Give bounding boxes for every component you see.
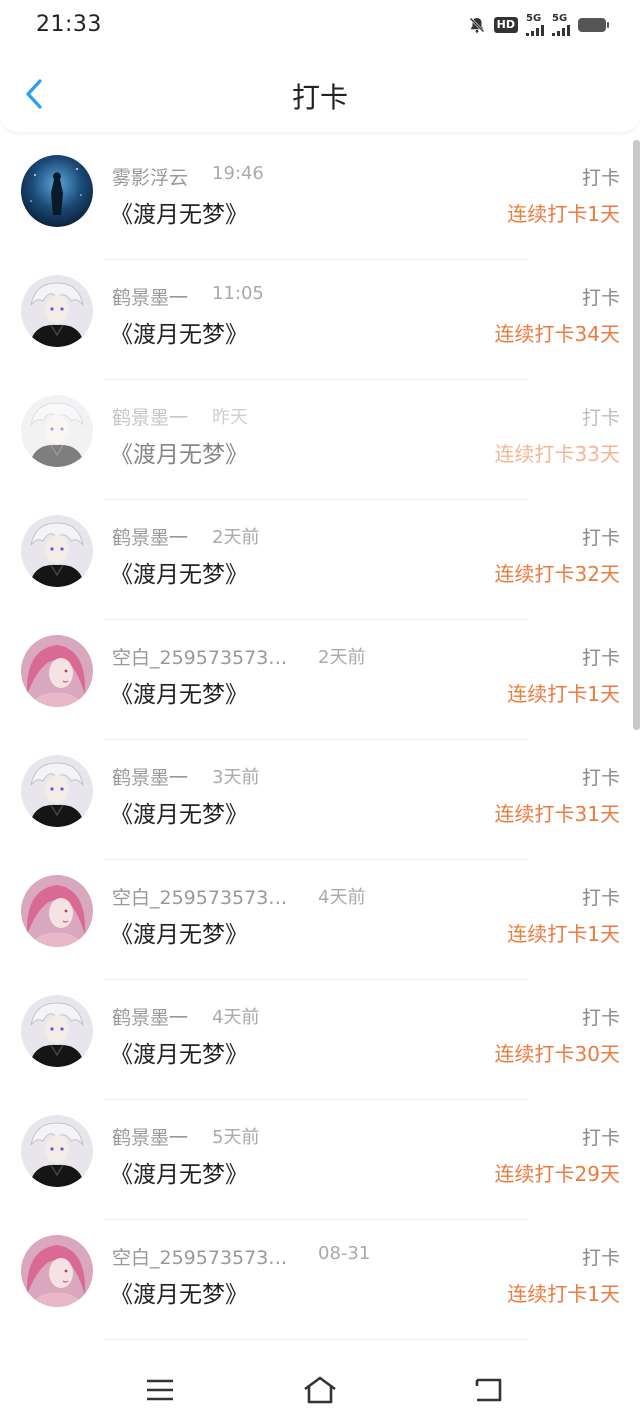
divider: [105, 1339, 528, 1340]
action-label: 打卡: [581, 767, 620, 789]
list-item[interactable]: 空白_259573573… 4天前 《渡月无梦》 打卡 连续打卡1天: [0, 860, 640, 980]
book-title[interactable]: 《渡月无梦》: [110, 1275, 248, 1309]
menu-button[interactable]: [138, 1372, 182, 1408]
action-label: 打卡: [581, 527, 620, 549]
book-title[interactable]: 《渡月无梦》: [110, 435, 248, 469]
hd-icon: HD: [493, 17, 518, 33]
return-icon: [475, 1378, 502, 1402]
book-title[interactable]: 《渡月无梦》: [110, 555, 248, 589]
list-item[interactable]: 鹤景墨一 2天前 《渡月无梦》 打卡 连续打卡32天: [0, 500, 640, 620]
username[interactable]: 鹤景墨一: [112, 523, 188, 550]
mute-bell-icon: [468, 16, 486, 34]
list-item[interactable]: 鹤景墨一 4天前 《渡月无梦》 打卡 连续打卡30天: [0, 980, 640, 1100]
page-title: 打卡: [291, 81, 348, 114]
timestamp: 2天前: [318, 647, 366, 668]
signal-1-icon: 5G: [526, 14, 544, 36]
avatar[interactable]: [21, 1115, 93, 1187]
scrollbar[interactable]: [633, 140, 640, 730]
streak-label: 连续打卡1天: [507, 682, 620, 706]
status-time: 21:33: [36, 12, 102, 37]
avatar[interactable]: [21, 155, 93, 227]
avatar[interactable]: [21, 515, 93, 587]
list-item[interactable]: 鹤景墨一 11:05 《渡月无梦》 打卡 连续打卡34天: [0, 260, 640, 380]
network-type-2: 5G: [552, 13, 568, 24]
action-label: 打卡: [581, 647, 620, 669]
checkin-list: 雾影浮云 19:46 《渡月无梦》 打卡 连续打卡1天 鹤景墨一 11:05 《…: [0, 140, 640, 1340]
book-title[interactable]: 《渡月无梦》: [110, 315, 248, 349]
streak-label: 连续打卡33天: [494, 442, 620, 466]
streak-label: 连续打卡1天: [507, 922, 620, 946]
list-item[interactable]: 鹤景墨一 5天前 《渡月无梦》 打卡 连续打卡29天: [0, 1100, 640, 1220]
username[interactable]: 空白_259573573…: [112, 1243, 287, 1270]
action-label: 打卡: [581, 1127, 620, 1149]
book-title[interactable]: 《渡月无梦》: [110, 795, 248, 829]
timestamp: 5天前: [212, 1127, 260, 1148]
timestamp: 2天前: [212, 527, 260, 548]
action-label: 打卡: [581, 887, 620, 909]
username[interactable]: 空白_259573573…: [112, 883, 287, 910]
avatar[interactable]: [21, 1235, 93, 1307]
book-title[interactable]: 《渡月无梦》: [110, 675, 248, 709]
network-type-1: 5G: [526, 13, 542, 24]
action-label: 打卡: [581, 1007, 620, 1029]
action-label: 打卡: [581, 1247, 620, 1269]
system-nav-bar: [0, 1350, 640, 1427]
streak-label: 连续打卡30天: [494, 1042, 620, 1066]
streak-label: 连续打卡32天: [494, 562, 620, 586]
avatar[interactable]: [21, 635, 93, 707]
username[interactable]: 鹤景墨一: [112, 283, 188, 310]
list-item[interactable]: 雾影浮云 19:46 《渡月无梦》 打卡 连续打卡1天: [0, 140, 640, 260]
streak-label: 连续打卡31天: [494, 802, 620, 826]
return-button[interactable]: [466, 1372, 510, 1408]
avatar[interactable]: [21, 875, 93, 947]
avatar[interactable]: [21, 395, 93, 467]
list-item[interactable]: 空白_259573573… 08-31 《渡月无梦》 打卡 连续打卡1天: [0, 1220, 640, 1340]
username[interactable]: 空白_259573573…: [112, 643, 287, 670]
avatar[interactable]: [21, 995, 93, 1067]
avatar[interactable]: [21, 755, 93, 827]
action-label: 打卡: [581, 287, 620, 309]
streak-label: 连续打卡1天: [507, 202, 620, 226]
username[interactable]: 雾影浮云: [112, 163, 188, 190]
book-title[interactable]: 《渡月无梦》: [110, 915, 248, 949]
streak-label: 连续打卡29天: [494, 1162, 620, 1186]
username[interactable]: 鹤景墨一: [112, 1003, 188, 1030]
timestamp: 08-31: [318, 1243, 371, 1264]
action-label: 打卡: [581, 407, 620, 429]
avatar[interactable]: [21, 275, 93, 347]
signal-2-icon: 5G: [552, 14, 570, 36]
streak-label: 连续打卡34天: [494, 322, 620, 346]
timestamp: 19:46: [212, 163, 264, 184]
username[interactable]: 鹤景墨一: [112, 763, 188, 790]
top-nav-bar: 打卡: [0, 54, 640, 132]
home-icon: [304, 1376, 336, 1404]
home-button[interactable]: [298, 1372, 342, 1408]
action-label: 打卡: [581, 167, 620, 189]
book-title[interactable]: 《渡月无梦》: [110, 1035, 248, 1069]
list-item[interactable]: 鹤景墨一 昨天 《渡月无梦》 打卡 连续打卡33天: [0, 380, 640, 500]
timestamp: 昨天: [212, 407, 248, 428]
streak-label: 连续打卡1天: [507, 1282, 620, 1306]
timestamp: 3天前: [212, 767, 260, 788]
timestamp: 4天前: [212, 1007, 260, 1028]
timestamp: 4天前: [318, 887, 366, 908]
list-item[interactable]: 空白_259573573… 2天前 《渡月无梦》 打卡 连续打卡1天: [0, 620, 640, 740]
menu-icon: [147, 1379, 173, 1401]
timestamp: 11:05: [212, 283, 264, 304]
username[interactable]: 鹤景墨一: [112, 403, 188, 430]
username[interactable]: 鹤景墨一: [112, 1123, 188, 1150]
list-item[interactable]: 鹤景墨一 3天前 《渡月无梦》 打卡 连续打卡31天: [0, 740, 640, 860]
battery-icon: [578, 18, 609, 32]
status-icons: HD 5G 5G: [468, 14, 609, 36]
status-bar: 21:33 HD 5G 5G: [0, 0, 640, 54]
book-title[interactable]: 《渡月无梦》: [110, 195, 248, 229]
book-title[interactable]: 《渡月无梦》: [110, 1155, 248, 1189]
